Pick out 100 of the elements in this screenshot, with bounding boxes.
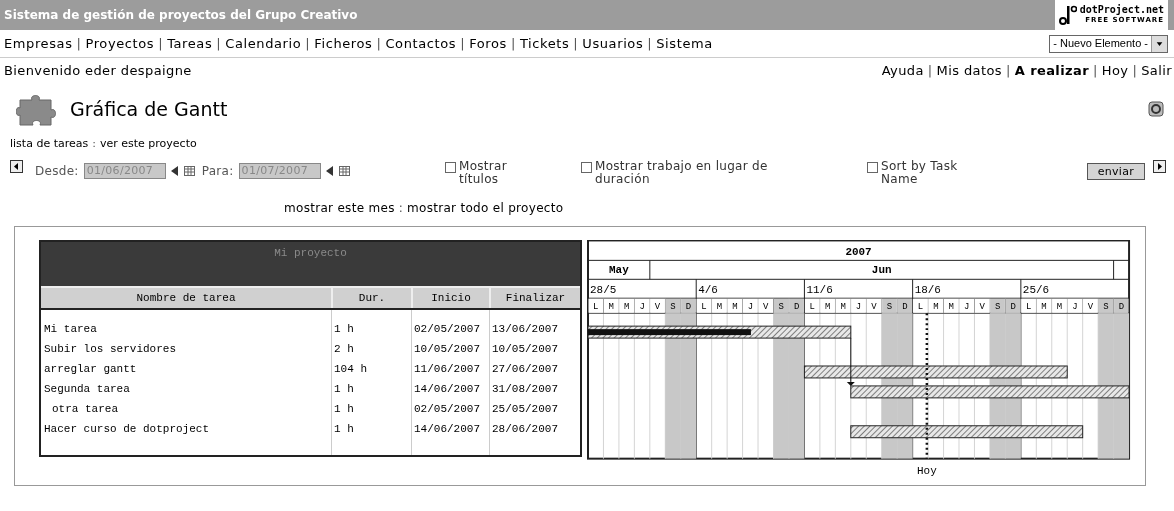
table-cell-text: 10/05/2007 <box>414 342 480 357</box>
new-item-select[interactable]: - Nuevo Elemento - <box>1049 34 1168 53</box>
separator: | <box>510 34 516 53</box>
checkbox-label: Mostrar trabajo en lugar de duración <box>595 160 769 186</box>
day-letter: L <box>809 302 815 313</box>
day-letter: M <box>948 302 954 313</box>
column-header: Nombre de tarea <box>135 290 237 306</box>
nav-link[interactable]: Hoy <box>1101 61 1129 81</box>
separator: | <box>376 34 382 53</box>
submit-button[interactable]: enviar <box>1086 163 1145 180</box>
day-letter: D <box>685 302 692 313</box>
day-letter: J <box>964 302 970 313</box>
nav-link[interactable]: A realizar <box>1014 61 1089 81</box>
day-letter: D <box>1010 302 1016 313</box>
from-label: Desde: <box>35 163 79 180</box>
day-letter: L <box>593 302 599 313</box>
day-letter: J <box>855 302 862 313</box>
day-letter: M <box>716 302 723 313</box>
separator: | <box>305 34 311 53</box>
day-letter: V <box>871 302 877 313</box>
table-cell-text: 02/05/2007 <box>414 402 480 417</box>
week-label: 18/6 <box>914 284 941 297</box>
day-letter: L <box>1025 302 1032 313</box>
nav-link[interactable]: Ayuda <box>881 61 924 81</box>
month-label: May <box>609 264 629 277</box>
app-title: Sistema de gestión de proyectos del Grupo Creativo <box>4 7 358 24</box>
nav-link[interactable]: Sistema <box>656 33 713 54</box>
table-cell-text: 02/05/2007 <box>414 322 480 337</box>
nav-link[interactable]: Tickets <box>519 33 570 54</box>
table-cell-text: 1 h <box>334 322 354 337</box>
month-label: Jun <box>871 264 892 277</box>
day-letter: S <box>670 302 676 313</box>
checkbox-label: Mostrar títulos <box>459 160 508 186</box>
separator: | <box>927 62 933 81</box>
left-arrow-icon[interactable] <box>325 166 334 176</box>
separator: | <box>1132 62 1138 81</box>
left-arrow-icon[interactable] <box>170 166 179 176</box>
task-bar[interactable] <box>850 425 1084 439</box>
day-letter: L <box>917 302 924 313</box>
day-letter: V <box>763 302 769 313</box>
nav-link[interactable]: Tareas <box>167 33 213 54</box>
day-letter: M <box>608 302 614 313</box>
task-bar[interactable] <box>850 385 1130 399</box>
separator: | <box>1006 62 1011 81</box>
day-letter: S <box>994 302 1001 313</box>
day-letter: J <box>1072 302 1078 313</box>
checkbox[interactable] <box>867 162 878 173</box>
day-letter: S <box>1103 302 1109 313</box>
table-cell-text: 11/06/2007 <box>414 362 480 377</box>
table-cell-text: Segunda tarea <box>44 382 130 397</box>
table-cell-text: 1 h <box>334 422 354 437</box>
day-letter: M <box>1041 302 1047 313</box>
nav-link[interactable]: mostrar todo el proyecto <box>407 199 564 217</box>
nav-link[interactable]: Usuarios <box>582 33 644 54</box>
separator: : <box>92 135 96 152</box>
logo-name: dotProject.net <box>1079 5 1164 15</box>
nav-link[interactable]: lista de tareas <box>10 135 89 153</box>
task-bar[interactable] <box>587 325 852 339</box>
nav-link[interactable]: Contactos <box>385 33 457 54</box>
nav-link[interactable]: Proyectos <box>85 33 155 54</box>
year-label: 2007 <box>845 246 872 259</box>
checkbox-label: Sort by Task Name <box>881 160 959 186</box>
day-letter: L <box>701 302 707 313</box>
checkbox[interactable] <box>445 162 456 173</box>
checkbox[interactable] <box>581 162 592 173</box>
day-letter: V <box>979 302 985 313</box>
table-cell-text: Hacer curso de dotproject <box>44 422 210 437</box>
logo-icon <box>1058 4 1077 26</box>
separator: | <box>1093 62 1098 81</box>
table-cell-text: otra tarea <box>51 402 118 417</box>
day-letter: M <box>824 302 831 313</box>
help-icon[interactable] <box>1148 101 1164 117</box>
day-letter: M <box>840 302 846 313</box>
calendar-icon[interactable] <box>183 166 195 176</box>
nav-link[interactable]: Foros <box>469 33 507 54</box>
day-letter: M <box>933 302 939 313</box>
today-label: Hoy <box>917 464 937 477</box>
day-letter: S <box>778 302 784 313</box>
column-header: Finalizar <box>489 288 580 308</box>
column-header: Inicio <box>411 288 489 308</box>
nav-link[interactable]: Mis datos <box>936 61 1002 81</box>
separator: | <box>216 34 222 53</box>
nav-link[interactable]: Empresas <box>4 33 73 54</box>
nav-link[interactable]: Ficheros <box>314 33 373 54</box>
nav-link[interactable]: Salir <box>1141 61 1172 81</box>
calendar-icon[interactable] <box>338 166 350 176</box>
table-cell-text: 10/05/2007 <box>492 342 558 357</box>
day-letter: J <box>639 302 645 313</box>
day-letter: D <box>794 302 800 313</box>
week-label: 28/5 <box>590 284 617 297</box>
nav-link[interactable]: Calendario <box>225 33 302 54</box>
nav-link[interactable]: ver este proyecto <box>99 135 197 153</box>
week-label: 4/6 <box>698 284 718 297</box>
nav-link[interactable]: mostrar este mes <box>284 199 395 217</box>
page-title: Gráfica de Gantt <box>70 96 228 122</box>
table-cell-text: Mi tarea <box>44 322 97 337</box>
table-cell-text: 2 h <box>334 342 354 357</box>
task-bar[interactable] <box>803 365 1068 379</box>
separator: | <box>460 34 466 53</box>
table-cell-text: 25/05/2007 <box>492 402 558 417</box>
